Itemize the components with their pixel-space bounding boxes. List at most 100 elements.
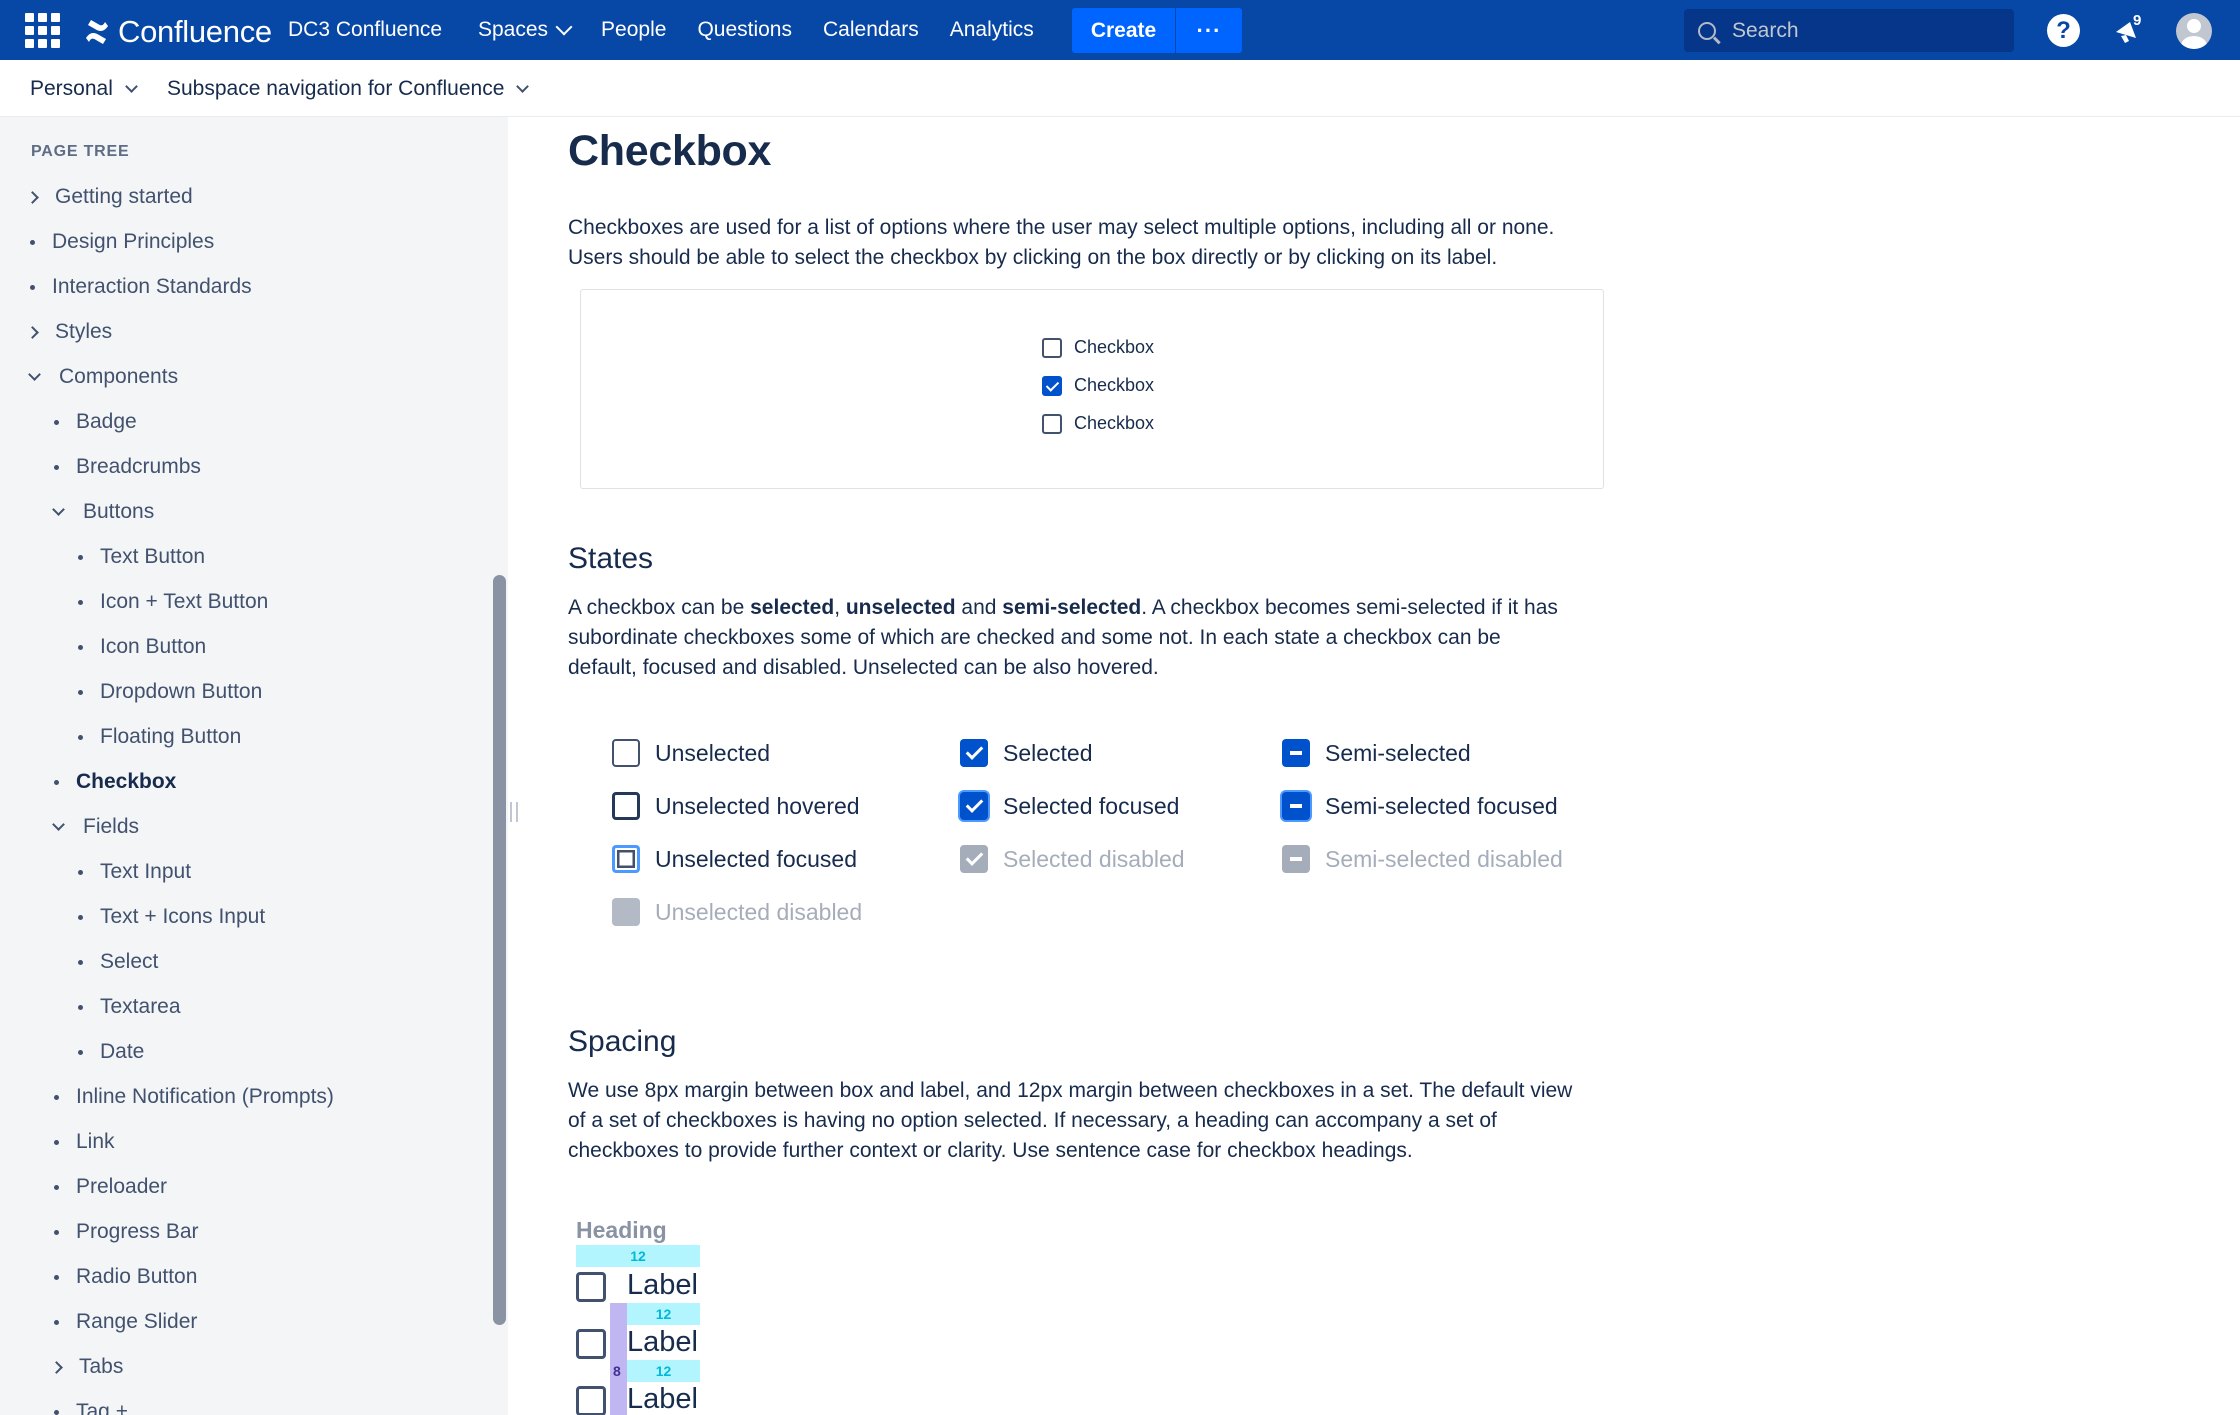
nav-questions[interactable]: Questions xyxy=(697,18,792,42)
sidebar-item[interactable]: Buttons xyxy=(52,500,154,524)
sidebar-title: PAGE TREE xyxy=(31,143,130,160)
demo-checkbox-3[interactable]: Checkbox xyxy=(1042,413,1154,434)
state-selected[interactable]: Selected xyxy=(960,739,1093,767)
sidebar-item[interactable]: Icon + Text Button xyxy=(78,590,268,614)
nav-spaces-label: Spaces xyxy=(478,18,549,41)
checkbox-semi-selected-focused-icon[interactable] xyxy=(1282,792,1310,820)
space-switcher[interactable]: Personal xyxy=(30,77,138,101)
sidebar-item[interactable]: Date xyxy=(78,1040,144,1064)
sidebar-item[interactable]: Floating Button xyxy=(78,725,241,749)
sidebar-item[interactable]: Link xyxy=(54,1130,115,1154)
sidebar-item-label: Tag + ... xyxy=(76,1400,152,1415)
example-label: Label xyxy=(627,1269,698,1301)
state-semi-selected-focused[interactable]: Semi-selected focused xyxy=(1282,792,1558,820)
chevron-down-icon[interactable] xyxy=(28,367,41,381)
sidebar-item-label: Radio Button xyxy=(76,1265,198,1288)
chevron-down-icon[interactable] xyxy=(52,502,65,516)
state-selected-focused[interactable]: Selected focused xyxy=(960,792,1179,820)
notifications-icon[interactable] xyxy=(2112,14,2148,48)
state-unselected-focused[interactable]: Unselected focused xyxy=(612,845,857,873)
sidebar-item[interactable]: Tabs xyxy=(50,1355,124,1379)
sidebar-item[interactable]: Range Slider xyxy=(54,1310,197,1334)
sidebar-item[interactable]: Text Input xyxy=(78,860,191,884)
sidebar-item[interactable]: Preloader xyxy=(54,1175,167,1199)
sidebar-item[interactable]: Icon Button xyxy=(78,635,206,659)
sidebar-scrollbar[interactable] xyxy=(493,575,506,1325)
sidebar-resize-handle[interactable] xyxy=(510,802,518,822)
search-box[interactable] xyxy=(1684,9,2014,52)
sidebar-item[interactable]: Styles xyxy=(26,320,112,344)
app-switcher-icon[interactable] xyxy=(23,11,61,49)
states-paragraph: A checkbox can be selected, unselected a… xyxy=(568,593,1648,623)
nav-calendars[interactable]: Calendars xyxy=(823,18,919,42)
chevron-down-icon[interactable] xyxy=(52,817,65,831)
user-avatar[interactable] xyxy=(2176,13,2212,49)
checkbox-hovered-icon[interactable] xyxy=(612,792,640,820)
sidebar-item-label: Preloader xyxy=(76,1175,168,1198)
gap-indicator: 12 xyxy=(627,1360,700,1382)
sidebar-item[interactable]: Text Button xyxy=(78,545,205,569)
sidebar-item[interactable]: Breadcrumbs xyxy=(54,455,201,479)
sidebar-item[interactable]: Design Principles xyxy=(30,230,214,254)
state-unselected[interactable]: Unselected xyxy=(612,739,770,767)
demo-checkbox-1[interactable]: Checkbox xyxy=(1042,337,1154,358)
sidebar-item[interactable]: Radio Button xyxy=(54,1265,197,1289)
create-button[interactable]: Create xyxy=(1072,8,1175,53)
demo-checkbox-2[interactable]: Checkbox xyxy=(1042,375,1154,396)
checkbox-unchecked-icon[interactable] xyxy=(1042,337,1062,358)
state-selected-disabled: Selected disabled xyxy=(960,845,1185,873)
state-label: Selected focused xyxy=(1003,792,1180,819)
nav-people[interactable]: People xyxy=(601,18,666,42)
sidebar-item-label: Breadcrumbs xyxy=(76,455,201,478)
state-label: Unselected disabled xyxy=(655,898,863,925)
sidebar-item[interactable]: Progress Bar xyxy=(54,1220,199,1244)
create-more-button[interactable]: ··· xyxy=(1176,8,1242,53)
sidebar-item[interactable]: Select xyxy=(78,950,158,974)
checkbox-checked-icon[interactable] xyxy=(1042,375,1062,396)
state-semi-selected[interactable]: Semi-selected xyxy=(1282,739,1471,767)
nav-analytics[interactable]: Analytics xyxy=(950,18,1034,42)
page-title: Checkbox xyxy=(568,127,772,175)
sidebar-item-label: Link xyxy=(76,1130,115,1153)
checkbox-selected-icon[interactable] xyxy=(960,739,988,767)
gap-indicator: 12 xyxy=(627,1303,700,1325)
checkbox-focused-icon[interactable] xyxy=(612,845,640,873)
sidebar-item[interactable]: Checkbox xyxy=(54,770,176,794)
chevron-right-icon[interactable] xyxy=(26,325,39,339)
sidebar-item[interactable]: Dropdown Button xyxy=(78,680,262,704)
chevron-right-icon[interactable] xyxy=(50,1360,63,1374)
checkbox-unselected-icon[interactable] xyxy=(612,739,640,767)
sidebar-item[interactable]: Components xyxy=(28,365,178,389)
spacing-line-2: of a set of checkboxes is having no opti… xyxy=(568,1109,1497,1132)
nav-spaces[interactable]: Spaces xyxy=(478,18,573,42)
sidebar-item[interactable]: Textarea xyxy=(78,995,181,1019)
example-checkbox-icon xyxy=(576,1272,606,1302)
sidebar-item[interactable]: Tag + ... xyxy=(54,1400,151,1415)
checkbox-unchecked-icon[interactable] xyxy=(1042,413,1062,434)
search-input[interactable] xyxy=(1732,18,1992,43)
page-tree-sidebar: PAGE TREE Getting started Design Principl… xyxy=(0,117,508,1415)
bullet-icon xyxy=(30,239,35,245)
sidebar-item[interactable]: Badge xyxy=(54,410,137,434)
sidebar-item[interactable]: Text + Icons Input xyxy=(78,905,265,929)
sidebar-item[interactable]: Inline Notification (Prompts) xyxy=(54,1085,334,1109)
margin-indicator xyxy=(610,1303,627,1415)
state-label: Semi-selected disabled xyxy=(1325,845,1563,872)
sidebar-item[interactable]: Getting started xyxy=(26,185,193,209)
example-checkbox-icon xyxy=(576,1329,606,1359)
sidebar-item-label: Icon + Text Button xyxy=(100,590,269,613)
spacing-heading: Spacing xyxy=(568,1025,677,1058)
confluence-logo[interactable]: Confluence xyxy=(84,14,272,50)
sidebar-item-label: Design Principles xyxy=(52,230,215,253)
sidebar-item[interactable]: Interaction Standards xyxy=(30,275,252,299)
site-name[interactable]: DC3 Confluence xyxy=(288,18,442,42)
checkbox-semi-selected-icon[interactable] xyxy=(1282,739,1310,767)
sidebar-item[interactable]: Fields xyxy=(52,815,140,839)
sidebar-item-label: Tabs xyxy=(79,1355,124,1378)
state-unselected-hovered[interactable]: Unselected hovered xyxy=(612,792,860,820)
help-icon[interactable]: ? xyxy=(2047,14,2080,47)
chevron-right-icon[interactable] xyxy=(26,190,39,204)
checkbox-selected-focused-icon[interactable] xyxy=(960,792,988,820)
page-switcher[interactable]: Subspace navigation for Confluence xyxy=(167,77,530,101)
sidebar-item-label: Fields xyxy=(83,815,140,838)
